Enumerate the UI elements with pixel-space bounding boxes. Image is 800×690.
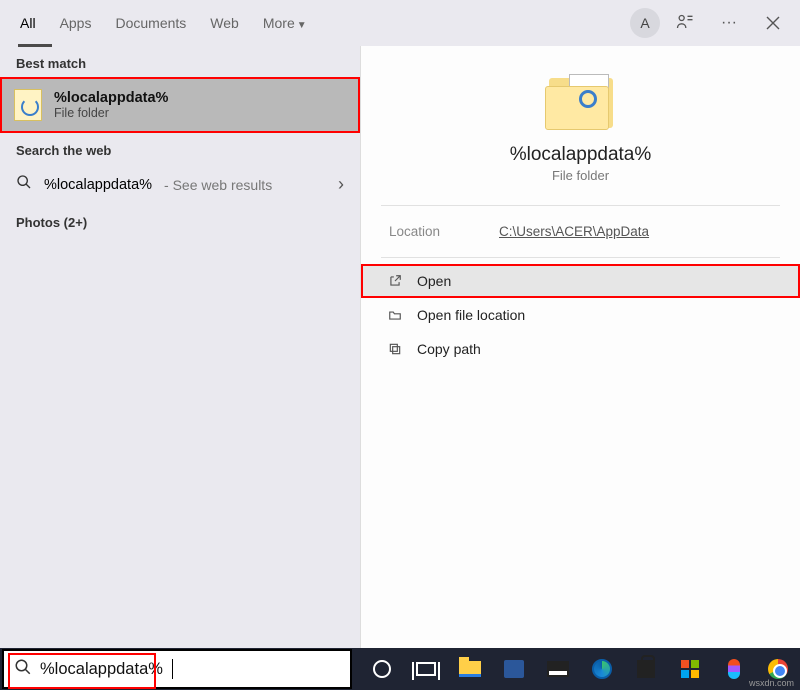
- web-result-term: %localappdata%: [44, 177, 152, 193]
- action-copy-path[interactable]: Copy path: [361, 332, 800, 366]
- folder-large-icon: [545, 72, 617, 130]
- web-result-item[interactable]: %localappdata% - See web results ›: [0, 164, 360, 205]
- folder-icon: [14, 89, 42, 121]
- file-explorer-icon[interactable]: [448, 648, 492, 690]
- search-input-value: %localappdata%: [40, 660, 163, 679]
- task-view-icon[interactable]: [404, 648, 448, 690]
- folder-open-icon: [387, 308, 403, 322]
- preview-subtitle: File folder: [552, 168, 609, 183]
- taskbar: %localappdata%: [0, 648, 800, 690]
- actions-list: Open Open file location Copy path: [361, 264, 800, 366]
- edge-icon[interactable]: [580, 648, 624, 690]
- ms-grid-icon[interactable]: [668, 648, 712, 690]
- location-value[interactable]: C:\Users\ACER\AppData: [499, 224, 649, 239]
- copy-icon: [387, 342, 403, 356]
- section-photos: Photos (2+): [0, 205, 360, 236]
- feedback-icon[interactable]: [666, 4, 704, 42]
- close-icon[interactable]: [754, 4, 792, 42]
- text-cursor: [172, 659, 173, 679]
- mail-icon[interactable]: [536, 648, 580, 690]
- user-avatar[interactable]: A: [630, 8, 660, 38]
- results-list: Best match %localappdata% File folder Se…: [0, 46, 360, 648]
- open-icon: [387, 274, 403, 288]
- section-best-match: Best match: [0, 46, 360, 77]
- tab-more[interactable]: More▼: [251, 5, 319, 41]
- word-icon[interactable]: [492, 648, 536, 690]
- search-panel: All Apps Documents Web More▼ A ··· Best …: [0, 0, 800, 648]
- cortana-icon[interactable]: [360, 648, 404, 690]
- taskbar-search-input[interactable]: %localappdata%: [2, 649, 352, 689]
- search-icon: [14, 658, 32, 681]
- web-result-suffix: - See web results: [164, 177, 272, 193]
- search-icon: [16, 174, 32, 195]
- action-copy-path-label: Copy path: [417, 341, 481, 357]
- preview-pane: %localappdata% File folder Location C:\U…: [360, 46, 800, 648]
- tab-apps[interactable]: Apps: [48, 5, 104, 41]
- action-open-location[interactable]: Open file location: [361, 298, 800, 332]
- tab-all[interactable]: All: [8, 5, 48, 41]
- action-open-label: Open: [417, 273, 451, 289]
- location-row: Location C:\Users\ACER\AppData: [361, 206, 800, 257]
- active-tab-indicator: [18, 44, 52, 47]
- watermark: wsxdn.com: [749, 678, 794, 688]
- action-open-location-label: Open file location: [417, 307, 525, 323]
- best-match-item[interactable]: %localappdata% File folder: [0, 77, 360, 133]
- options-icon[interactable]: ···: [710, 4, 748, 42]
- chevron-right-icon: ›: [338, 174, 344, 195]
- location-label: Location: [389, 224, 499, 239]
- divider: [381, 257, 780, 258]
- action-open[interactable]: Open: [361, 264, 800, 298]
- best-match-title: %localappdata%: [54, 90, 168, 106]
- tab-documents[interactable]: Documents: [103, 5, 198, 41]
- section-search-web: Search the web: [0, 133, 360, 164]
- preview-title: %localappdata%: [510, 144, 652, 166]
- tab-web[interactable]: Web: [198, 5, 251, 41]
- chevron-down-icon: ▼: [297, 20, 307, 31]
- store-icon[interactable]: [624, 648, 668, 690]
- filter-tabs: All Apps Documents Web More▼ A ···: [0, 0, 800, 46]
- best-match-subtitle: File folder: [54, 106, 168, 120]
